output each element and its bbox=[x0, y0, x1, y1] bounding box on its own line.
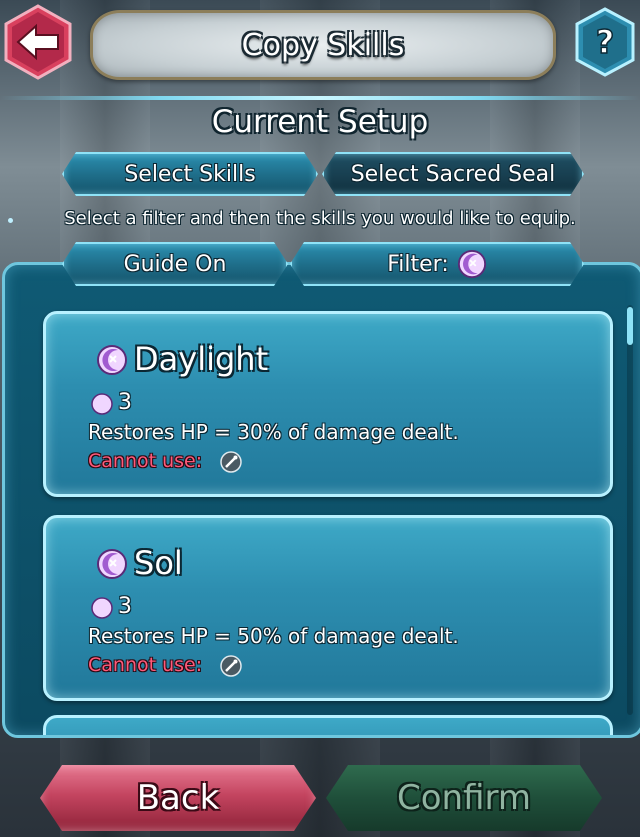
tab-label: Select Sacred Seal bbox=[350, 161, 556, 187]
guide-label: Guide On bbox=[123, 251, 227, 277]
tab-label: Select Skills bbox=[124, 161, 256, 187]
skill-cooldown: 3 bbox=[118, 594, 132, 619]
special-skill-icon bbox=[91, 597, 113, 619]
back-arrow-icon bbox=[4, 4, 72, 80]
special-skill-icon bbox=[97, 549, 127, 579]
skill-card-daylight[interactable]: Daylight 3 Restores HP = 30% of damage d… bbox=[43, 311, 613, 497]
special-skill-icon bbox=[457, 249, 487, 279]
instruction-text: Select a filter and then the skills you … bbox=[64, 208, 576, 229]
header-back-button[interactable] bbox=[2, 2, 74, 82]
scrollbar-track[interactable] bbox=[627, 305, 633, 715]
cannot-use-label: Cannot use: bbox=[88, 450, 203, 472]
skill-card-partial[interactable] bbox=[43, 715, 613, 735]
back-button-label: Back bbox=[136, 778, 220, 818]
skill-cooldown: 3 bbox=[118, 390, 132, 415]
skill-description: Restores HP = 50% of damage dealt. bbox=[88, 624, 459, 648]
scrollbar-thumb[interactable] bbox=[627, 307, 633, 345]
back-button[interactable]: Back bbox=[40, 765, 316, 831]
help-button[interactable]: ? bbox=[574, 6, 636, 78]
staff-weapon-icon bbox=[220, 655, 242, 677]
tab-select-skills[interactable]: Select Skills bbox=[62, 152, 318, 196]
skill-name: Daylight bbox=[134, 340, 269, 378]
guide-toggle-button[interactable]: Guide On bbox=[62, 242, 288, 286]
skill-card-sol[interactable]: Sol 3 Restores HP = 50% of damage dealt.… bbox=[43, 515, 613, 701]
section-heading: Current Setup bbox=[211, 104, 429, 140]
filter-button[interactable]: Filter: bbox=[290, 242, 584, 286]
confirm-button[interactable]: Confirm bbox=[326, 765, 602, 831]
help-question-icon: ? bbox=[575, 7, 635, 77]
page-title: Copy Skills bbox=[241, 27, 405, 63]
svg-text:?: ? bbox=[596, 23, 615, 61]
title-bar: Copy Skills bbox=[90, 10, 556, 80]
special-skill-icon bbox=[91, 393, 113, 415]
filter-label: Filter: bbox=[387, 251, 449, 277]
confirm-button-label: Confirm bbox=[396, 778, 531, 818]
skill-description: Restores HP = 30% of damage dealt. bbox=[88, 420, 459, 444]
skill-list-panel[interactable]: Daylight 3 Restores HP = 30% of damage d… bbox=[2, 262, 640, 738]
divider bbox=[0, 96, 640, 100]
special-skill-icon bbox=[97, 345, 127, 375]
cannot-use-label: Cannot use: bbox=[88, 654, 203, 676]
tab-select-sacred-seal[interactable]: Select Sacred Seal bbox=[322, 152, 584, 196]
staff-weapon-icon bbox=[220, 451, 242, 473]
skill-name: Sol bbox=[134, 544, 183, 582]
